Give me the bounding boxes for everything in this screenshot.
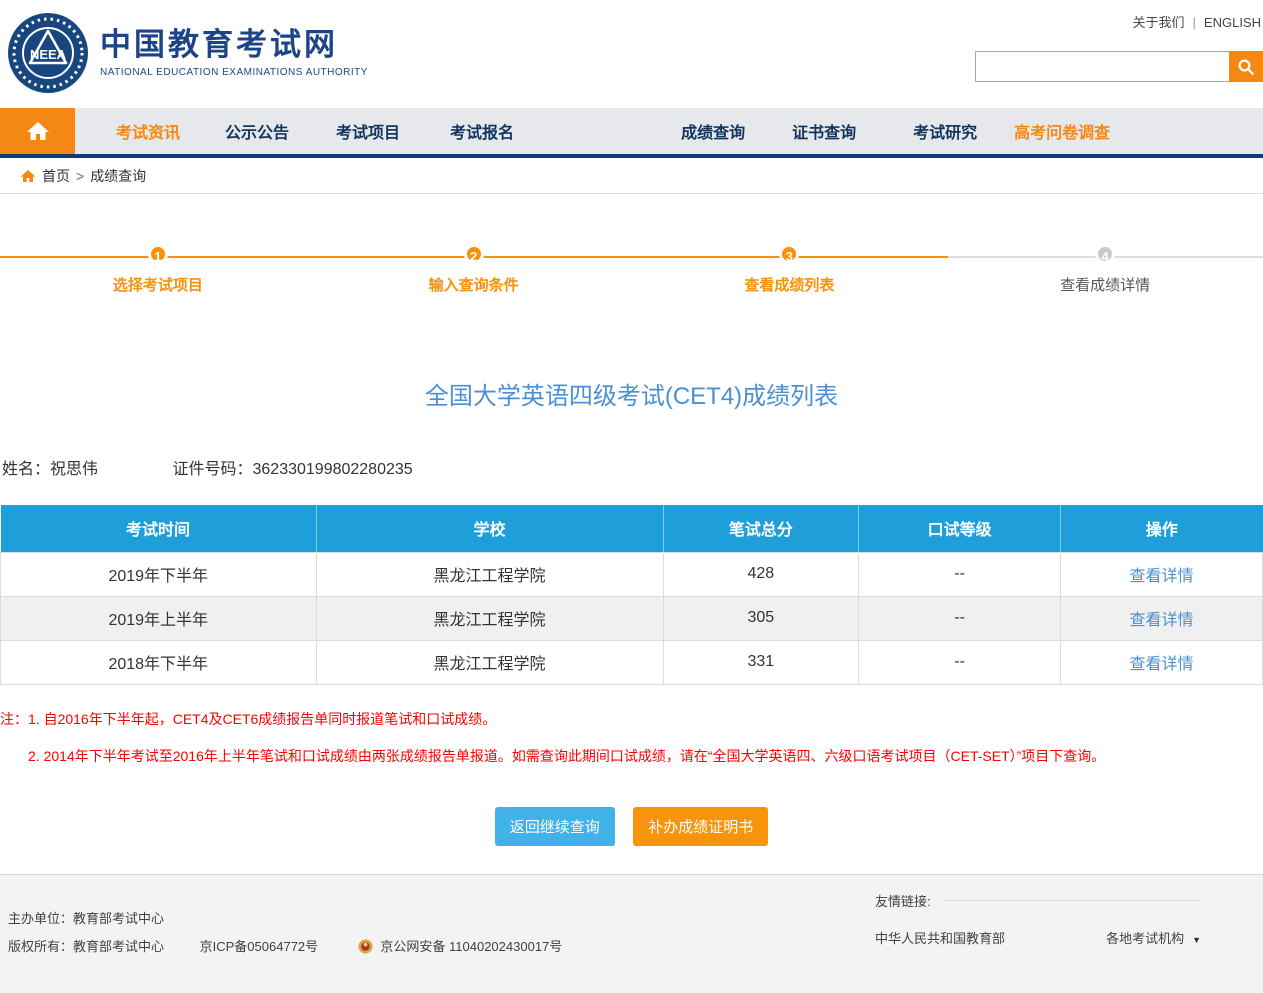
score-table: 考试时间 学校 笔试总分 口试等级 操作 2019年下半年 黑龙江工程学院 42… bbox=[0, 505, 1263, 685]
site-header: NEEA 中国教育考试网 NATIONAL EDUCATION EXAMINAT… bbox=[0, 0, 1263, 108]
friend-links-label: 友情链接: bbox=[875, 893, 931, 909]
step-3-circle: 3 bbox=[779, 244, 800, 264]
note-1: 注：1. 自2016年下半年起，CET4及CET6成绩报告单同时报道笔试和口试成… bbox=[0, 710, 497, 727]
nav-item-score-inquiry[interactable]: 成绩查询 bbox=[681, 119, 745, 143]
breadcrumb-separator: > bbox=[76, 167, 85, 184]
svg-text:NEEA: NEEA bbox=[30, 47, 67, 62]
step-2-circle: 2 bbox=[463, 244, 484, 264]
neea-emblem-icon: NEEA bbox=[8, 13, 88, 93]
cell-written-score: 305 bbox=[662, 595, 860, 641]
footer-links: 友情链接: 中华人民共和国教育部 各地考试机构 ▼ bbox=[875, 891, 1201, 947]
nav-item-exam-programs[interactable]: 考试项目 bbox=[336, 119, 400, 143]
step-indicator: 1 选择考试项目 2 输入查询条件 3 查看成绩列表 4 查看成绩详情 bbox=[0, 240, 1263, 304]
site-title: 中国教育考试网 bbox=[100, 27, 338, 63]
cell-school: 黑龙江工程学院 bbox=[315, 595, 664, 641]
breadcrumb-home-icon bbox=[20, 169, 36, 182]
step-1-select-exam: 1 选择考试项目 bbox=[0, 240, 316, 295]
top-utility-links: 关于我们 | ENGLISH bbox=[1133, 12, 1261, 31]
step-4-circle: 4 bbox=[1095, 244, 1116, 264]
table-header-row: 考试时间 学校 笔试总分 口试等级 操作 bbox=[0, 505, 1263, 552]
icp-number: 京ICP备05064772号 bbox=[199, 938, 319, 954]
organizer-line: 主办单位：教育部考试中心 bbox=[8, 910, 165, 926]
search-button[interactable] bbox=[1229, 51, 1263, 82]
step-1-circle: 1 bbox=[147, 244, 168, 264]
page-title: 全国大学英语四级考试(CET4)成绩列表 bbox=[424, 383, 839, 410]
candidate-info: 姓名：祝思伟 证件号码：362330199802280235 bbox=[0, 455, 1263, 479]
action-buttons: 返回继续查询 补办成绩证明书 bbox=[0, 806, 1263, 846]
cell-oral-grade: -- bbox=[858, 551, 1062, 597]
nav-items: 考试资讯 公示公告 考试项目 考试报名 成绩查询 证书查询 考试研究 高考问卷调… bbox=[75, 108, 1110, 154]
id-label: 证件号码： bbox=[172, 461, 253, 478]
view-detail-link[interactable]: 查看详情 bbox=[1130, 656, 1194, 673]
cell-school: 黑龙江工程学院 bbox=[315, 639, 664, 685]
nav-item-certificate-inquiry[interactable]: 证书查询 bbox=[792, 119, 856, 143]
col-header-written-score: 笔试总分 bbox=[663, 505, 860, 552]
site-subtitle: NATIONAL EDUCATION EXAMINATIONS AUTHORIT… bbox=[100, 66, 368, 78]
breadcrumb-current: 成绩查询 bbox=[90, 167, 147, 184]
page: NEEA 中国教育考试网 NATIONAL EDUCATION EXAMINAT… bbox=[0, 0, 1263, 993]
cell-oral-grade: -- bbox=[858, 595, 1062, 641]
note-2: 2. 2014年下半年考试至2016年上半年笔试和口试成绩由两张成绩报告单报道。… bbox=[28, 747, 1106, 764]
nav-item-exam-news[interactable]: 考试资讯 bbox=[116, 119, 180, 143]
view-detail-link[interactable]: 查看详情 bbox=[1130, 612, 1194, 629]
table-row: 2019年下半年 黑龙江工程学院 428 -- 查看详情 bbox=[0, 551, 1263, 597]
english-link[interactable]: ENGLISH bbox=[1204, 15, 1261, 30]
police-badge-icon bbox=[358, 938, 373, 954]
site-title-block: 中国教育考试网 NATIONAL EDUCATION EXAMINATIONS … bbox=[100, 27, 368, 78]
main-nav: 考试资讯 公示公告 考试项目 考试报名 成绩查询 证书查询 考试研究 高考问卷调… bbox=[0, 108, 1263, 158]
chevron-down-icon: ▼ bbox=[1192, 934, 1201, 945]
step-2-label: 输入查询条件 bbox=[428, 277, 519, 294]
table-row: 2019年上半年 黑龙江工程学院 305 -- 查看详情 bbox=[0, 595, 1263, 641]
police-number: 京公网安备 11040202430017号 bbox=[380, 938, 563, 954]
footer-legal: 主办单位：教育部考试中心 版权所有：教育部考试中心 京ICP备05064772号… bbox=[8, 905, 562, 961]
nav-item-gaokao-survey[interactable]: 高考问卷调查 bbox=[1014, 119, 1110, 143]
reissue-certificate-button[interactable]: 补办成绩证明书 bbox=[633, 806, 769, 846]
col-header-school: 学校 bbox=[316, 505, 664, 552]
step-4-view-score-detail: 4 查看成绩详情 bbox=[947, 240, 1263, 295]
site-logo[interactable]: NEEA 中国教育考试网 NATIONAL EDUCATION EXAMINAT… bbox=[8, 13, 368, 93]
cell-written-score: 428 bbox=[662, 551, 860, 597]
breadcrumb: 首页 > 成绩查询 bbox=[0, 158, 1263, 194]
cell-written-score: 331 bbox=[662, 639, 860, 685]
site-footer: 主办单位：教育部考试中心 版权所有：教育部考试中心 京ICP备05064772号… bbox=[0, 873, 1263, 993]
step-3-view-score-list: 3 查看成绩列表 bbox=[632, 240, 948, 295]
copyright-line: 版权所有：教育部考试中心 bbox=[8, 938, 165, 954]
col-header-oral-grade: 口试等级 bbox=[858, 505, 1062, 552]
home-icon bbox=[26, 122, 49, 140]
col-header-action: 操作 bbox=[1060, 505, 1263, 552]
nav-item-exam-registration[interactable]: 考试报名 bbox=[450, 119, 514, 143]
about-us-link[interactable]: 关于我们 bbox=[1133, 15, 1185, 30]
search-icon bbox=[1238, 59, 1254, 75]
name-value: 祝思伟 bbox=[50, 461, 99, 478]
score-notes: 注：1. 自2016年下半年起，CET4及CET6成绩报告单同时报道笔试和口试成… bbox=[0, 709, 1263, 767]
step-1-label: 选择考试项目 bbox=[112, 277, 203, 294]
cell-exam-time: 2019年上半年 bbox=[0, 595, 317, 641]
id-value: 362330199802280235 bbox=[252, 461, 413, 478]
nav-item-announcements[interactable]: 公示公告 bbox=[225, 119, 289, 143]
cell-exam-time: 2019年下半年 bbox=[0, 551, 317, 597]
name-label: 姓名： bbox=[2, 461, 51, 478]
back-to-query-button[interactable]: 返回继续查询 bbox=[494, 806, 615, 846]
breadcrumb-home-link[interactable]: 首页 bbox=[42, 166, 70, 186]
friend-links-rule bbox=[942, 899, 1201, 901]
step-2-enter-query: 2 输入查询条件 bbox=[316, 240, 632, 295]
link-separator: | bbox=[1192, 15, 1196, 30]
cell-exam-time: 2018年下半年 bbox=[0, 639, 317, 685]
cell-oral-grade: -- bbox=[858, 639, 1062, 685]
table-row: 2018年下半年 黑龙江工程学院 331 -- 查看详情 bbox=[0, 639, 1263, 685]
search-area bbox=[975, 51, 1263, 82]
nav-item-exam-research[interactable]: 考试研究 bbox=[913, 119, 977, 143]
col-header-exam-time: 考试时间 bbox=[0, 505, 317, 552]
nav-home-button[interactable] bbox=[0, 108, 75, 154]
step-4-label: 查看成绩详情 bbox=[1060, 277, 1151, 294]
step-3-label: 查看成绩列表 bbox=[744, 277, 835, 294]
cell-school: 黑龙江工程学院 bbox=[315, 551, 664, 597]
view-detail-link[interactable]: 查看详情 bbox=[1130, 568, 1194, 585]
search-input[interactable] bbox=[975, 51, 1229, 82]
